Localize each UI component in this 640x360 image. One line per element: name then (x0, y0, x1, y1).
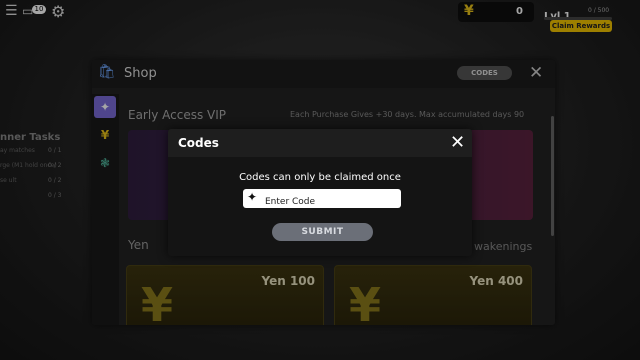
submit-button[interactable]: SUBMIT (272, 223, 373, 241)
codes-message: Codes can only be claimed once (239, 172, 401, 183)
sparkle-icon: ✦ (247, 190, 258, 204)
codes-modal-header: Codes ✕ (168, 129, 472, 157)
code-input[interactable] (265, 192, 395, 212)
codes-modal-title: Codes (178, 136, 219, 150)
codes-modal: Codes ✕ Codes can only be claimed once ✦… (168, 129, 472, 256)
code-input-wrapper: ✦ (243, 189, 401, 212)
close-icon[interactable]: ✕ (450, 132, 465, 153)
